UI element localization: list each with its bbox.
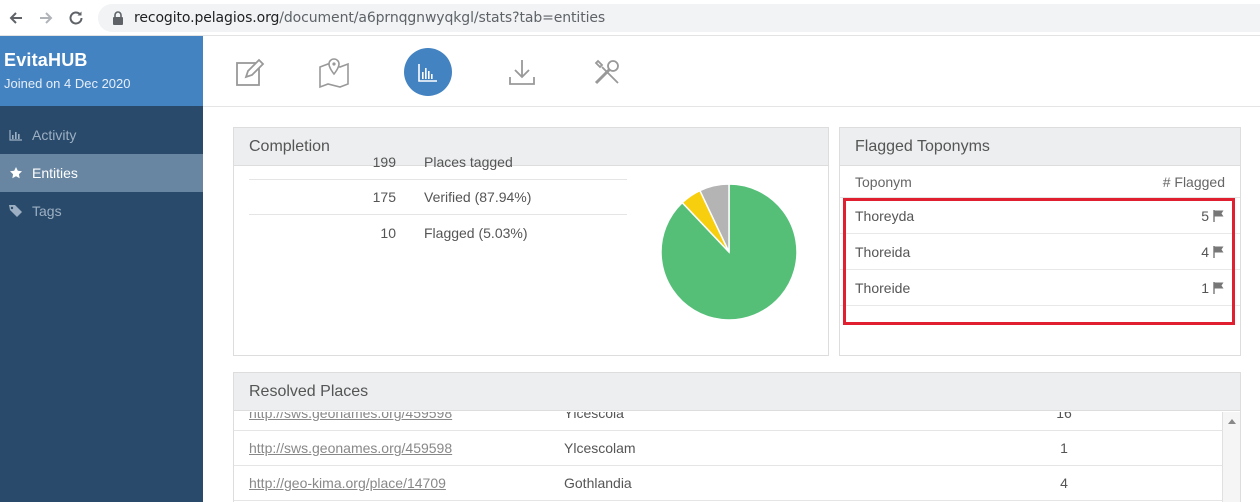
- flagged-row[interactable]: Thoreida 4: [840, 234, 1240, 270]
- place-toponym: Ylcescola: [564, 412, 624, 421]
- flag-icon: [1213, 282, 1224, 294]
- document-toolbar: [203, 36, 1260, 107]
- username[interactable]: EvitaHUB: [4, 50, 203, 71]
- place-toponym: Ylcescolam: [564, 440, 636, 456]
- download-icon: [509, 60, 535, 85]
- sidebar-item-label: Activity: [32, 127, 77, 143]
- settings-icon: [594, 59, 619, 85]
- flagged-row[interactable]: Thoreide 1: [840, 270, 1240, 306]
- stat-value: 10: [380, 224, 396, 241]
- sidebar-item-label: Tags: [32, 203, 62, 219]
- flagged-toponyms-panel: Flagged Toponyms Toponym # Flagged Thore…: [839, 127, 1241, 356]
- address-bar[interactable]: recogito.pelagios.org/document/a6prnqgnw…: [98, 4, 1260, 32]
- stat-row: 175 Verified (87.94%): [249, 180, 627, 215]
- sidebar-header: EvitaHUB Joined on 4 Dec 2020: [0, 36, 203, 106]
- flagged-row[interactable]: Thoreyda 5: [840, 198, 1240, 234]
- sidebar-item-label: Entities: [32, 165, 78, 181]
- column-toponym: Toponym: [855, 173, 912, 190]
- completion-pie-chart: [660, 183, 798, 321]
- completion-panel: Completion 199 Places tagged 175 Verifie…: [233, 127, 829, 356]
- place-count: 1: [1060, 440, 1068, 456]
- bar-chart-icon: [8, 128, 24, 142]
- sidebar-menu: Activity Entities Tags: [0, 116, 203, 230]
- sidebar-item-entities[interactable]: Entities: [0, 154, 203, 192]
- back-button[interactable]: [6, 8, 26, 28]
- forward-button[interactable]: [36, 8, 56, 28]
- settings-tool-button[interactable]: [583, 48, 631, 96]
- browser-toolbar: recogito.pelagios.org/document/a6prnqgnw…: [0, 0, 1260, 36]
- joined-date: Joined on 4 Dec 2020: [4, 76, 131, 91]
- place-count: 16: [1056, 412, 1072, 421]
- completion-stats: 199 Places tagged 175 Verified (87.94%) …: [249, 145, 627, 250]
- stat-value: 175: [372, 189, 396, 205]
- flag-count: 1: [1201, 280, 1225, 296]
- stats-icon: [418, 64, 437, 82]
- back-arrow-icon: [9, 12, 22, 24]
- toponym-name: Thoreide: [855, 279, 911, 296]
- edit-tool-button[interactable]: [225, 48, 273, 96]
- flag-icon: [1213, 246, 1224, 258]
- column-flagged: # Flagged: [1162, 173, 1225, 190]
- table-row: http://sws.geonames.org/459598 Ylcescola…: [234, 431, 1224, 466]
- resolved-table: http://sws.geonames.org/459598 Ylcescola…: [234, 412, 1224, 502]
- resolved-places-panel: Resolved Places http://sws.geonames.org/…: [233, 372, 1241, 502]
- stat-value: 199: [372, 154, 396, 170]
- edit-icon: [236, 58, 265, 86]
- download-tool-button[interactable]: [498, 48, 546, 96]
- stat-label: Verified (87.94%): [424, 189, 532, 205]
- stat-label: Places tagged: [424, 154, 513, 170]
- scrollbar[interactable]: [1222, 412, 1240, 502]
- stat-label: Flagged (5.03%): [424, 224, 528, 241]
- flag-count-value: 4: [1201, 243, 1209, 260]
- table-row: http://geo-kima.org/place/14709 Gothland…: [234, 466, 1224, 501]
- url-text: recogito.pelagios.org/document/a6prnqgnw…: [134, 10, 605, 26]
- flag-count: 4: [1201, 244, 1225, 260]
- table-row: http://sws.geonames.org/459598 Ylcescola…: [234, 412, 1224, 431]
- stat-row: 10 Flagged (5.03%): [249, 215, 627, 250]
- map-icon: [319, 58, 349, 89]
- flag-icon: [1213, 210, 1224, 222]
- url-path: /document/a6prnqgnwyqkgl/stats?tab=entit…: [279, 10, 606, 26]
- sidebar: EvitaHUB Joined on 4 Dec 2020 Activity E…: [0, 36, 203, 502]
- place-uri-link[interactable]: http://sws.geonames.org/459598: [234, 440, 564, 456]
- lock-icon: [112, 11, 124, 25]
- tags-icon: [8, 204, 24, 218]
- flagged-table-header: Toponym # Flagged: [840, 166, 1240, 198]
- stat-row: 199 Places tagged: [249, 145, 627, 180]
- flag-count-value: 1: [1201, 279, 1209, 296]
- stats-tool-button[interactable]: [404, 48, 452, 96]
- forward-arrow-icon: [40, 12, 53, 24]
- scroll-up-icon[interactable]: [1227, 419, 1236, 424]
- sidebar-item-tags[interactable]: Tags: [0, 192, 203, 230]
- resolved-title: Resolved Places: [234, 373, 1240, 411]
- reload-icon: [69, 11, 83, 25]
- star-icon: [8, 166, 24, 180]
- toponym-name: Thoreyda: [855, 207, 915, 224]
- map-tool-button[interactable]: [310, 48, 358, 96]
- place-toponym: Gothlandia: [564, 475, 632, 491]
- place-uri-link[interactable]: http://geo-kima.org/place/14709: [234, 475, 564, 491]
- sidebar-item-activity[interactable]: Activity: [0, 116, 203, 154]
- reload-button[interactable]: [66, 8, 86, 28]
- place-count: 4: [1060, 475, 1068, 491]
- url-host: recogito.pelagios.org: [134, 10, 280, 26]
- toponym-name: Thoreida: [855, 243, 911, 260]
- place-uri-link[interactable]: http://sws.geonames.org/459598: [234, 412, 564, 421]
- flagged-title: Flagged Toponyms: [840, 128, 1240, 166]
- flag-count-value: 5: [1201, 207, 1209, 224]
- flag-count: 5: [1201, 208, 1225, 224]
